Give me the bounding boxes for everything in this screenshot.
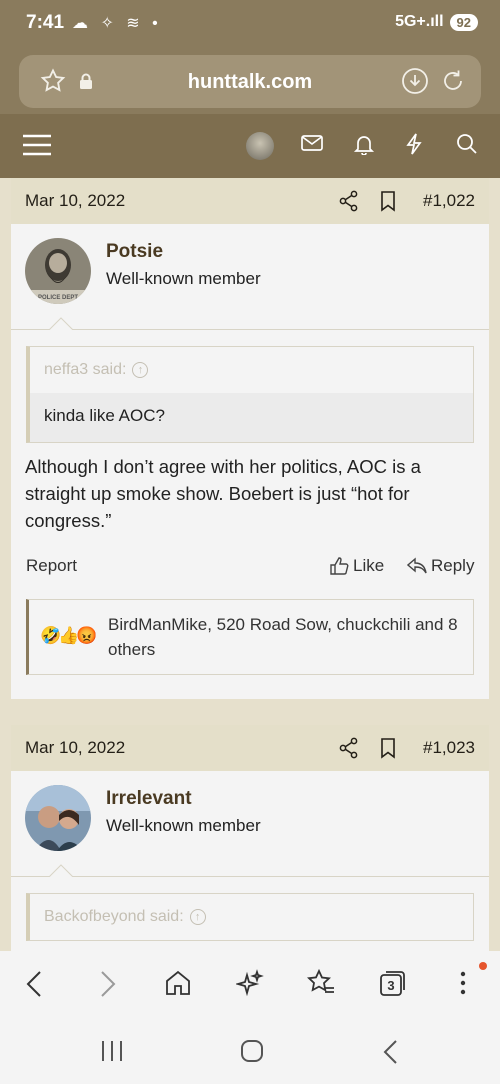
like-label: Like xyxy=(353,556,385,575)
post: Mar 10, 2022 #1,022 POLICE DEPT Potsie W… xyxy=(11,178,489,699)
report-link[interactable]: Report xyxy=(26,556,77,576)
battery-indicator: 92 xyxy=(449,13,478,31)
network-indicator: 5G+.ıll xyxy=(395,13,444,30)
reactions-users[interactable]: BirdManMike, 520 Road Sow, chuckchili an… xyxy=(108,612,468,662)
post: Mar 10, 2022 #1,023 Irrelevant Well-know… xyxy=(11,725,489,951)
mail-icon[interactable] xyxy=(301,134,323,157)
arrow-up-icon[interactable]: ↑ xyxy=(189,909,206,925)
post-number[interactable]: #1,023 xyxy=(423,738,475,758)
url-bar[interactable]: hunttalk.com xyxy=(19,55,481,108)
quote-author[interactable]: neffa3 said: xyxy=(44,361,126,378)
reactions-bar[interactable]: 🤣👍😡 BirdManMike, 520 Road Sow, chuckchil… xyxy=(26,599,474,675)
quote-block: Backofbeyond said: ↑ xyxy=(26,893,474,941)
status-right: 5G+.ıll 92 xyxy=(395,13,478,31)
user-block: Irrelevant Well-known member xyxy=(11,771,489,877)
forward-arrow-icon[interactable] xyxy=(96,969,118,1004)
message-caret xyxy=(49,864,73,877)
like-button[interactable]: Like xyxy=(329,556,384,576)
share-icon[interactable] xyxy=(339,737,359,764)
reply-label: Reply xyxy=(431,556,475,575)
system-navigation-bar xyxy=(0,1017,500,1084)
arrow-up-icon[interactable]: ↑ xyxy=(132,362,149,378)
share-icon[interactable] xyxy=(339,190,359,217)
back-arrow-icon[interactable] xyxy=(24,969,46,1004)
message-caret xyxy=(49,317,73,330)
download-icon[interactable] xyxy=(401,67,429,100)
user-avatar[interactable]: POLICE DEPT xyxy=(25,238,91,304)
status-bar: 7:41 ☁ ✧ ≋ • 5G+.ıll 92 xyxy=(0,0,500,50)
search-icon[interactable] xyxy=(456,133,478,160)
post-header: Mar 10, 2022 #1,022 xyxy=(11,178,489,224)
recent-apps-icon[interactable] xyxy=(100,1041,124,1066)
home-button-icon[interactable] xyxy=(240,1039,264,1068)
status-notification-icons: ☁ ✧ ≋ • xyxy=(72,15,162,32)
username[interactable]: Irrelevant xyxy=(106,788,192,810)
reply-icon xyxy=(407,557,427,574)
bookmark-icon[interactable] xyxy=(380,190,396,217)
username[interactable]: Potsie xyxy=(106,241,163,263)
bell-icon[interactable] xyxy=(353,133,375,160)
post-date[interactable]: Mar 10, 2022 xyxy=(25,191,125,211)
user-title: Well-known member xyxy=(106,269,261,288)
system-back-icon[interactable] xyxy=(382,1039,398,1070)
quote-author[interactable]: Backofbeyond said: xyxy=(44,908,184,925)
quote-header[interactable]: neffa3 said: ↑ xyxy=(30,347,473,393)
thumbs-up-icon xyxy=(330,557,349,575)
post-body: Although I don’t agree with her politics… xyxy=(25,456,421,531)
user-title: Well-known member xyxy=(106,816,261,835)
avatar-sign-text: POLICE DEPT xyxy=(38,295,78,301)
favorites-star-icon[interactable] xyxy=(306,968,336,1002)
bolt-icon[interactable] xyxy=(405,133,423,160)
more-options-icon[interactable] xyxy=(458,969,468,1002)
tab-count: 3 xyxy=(387,978,394,993)
tabs-icon[interactable]: 3 xyxy=(378,969,406,1002)
reaction-emoji-icons: 🤣👍😡 xyxy=(40,626,97,645)
status-time: 7:41 xyxy=(26,12,65,33)
notification-dot xyxy=(479,962,487,970)
quote-text: kinda like AOC? xyxy=(30,393,473,442)
reply-button[interactable]: Reply xyxy=(407,556,474,576)
browser-url-area: hunttalk.com xyxy=(0,50,500,114)
browser-bottom-bar: 3 xyxy=(0,951,500,1017)
post-number[interactable]: #1,022 xyxy=(423,191,475,211)
site-navbar xyxy=(0,114,500,178)
home-icon[interactable] xyxy=(165,969,191,1002)
post-header: Mar 10, 2022 #1,023 xyxy=(11,725,489,771)
user-block: POLICE DEPT Potsie Well-known member xyxy=(11,224,489,330)
quote-block: neffa3 said: ↑ kinda like AOC? xyxy=(26,346,474,443)
hamburger-menu-icon[interactable] xyxy=(23,133,51,162)
post-date[interactable]: Mar 10, 2022 xyxy=(25,738,125,758)
quote-header[interactable]: Backofbeyond said: ↑ xyxy=(30,894,473,940)
user-avatar[interactable] xyxy=(25,785,91,851)
post-actions: Report Like Reply xyxy=(26,556,474,580)
user-avatar[interactable] xyxy=(246,132,274,160)
bookmark-icon[interactable] xyxy=(380,737,396,764)
sparkle-icon[interactable] xyxy=(234,969,264,1002)
reload-icon[interactable] xyxy=(439,67,467,100)
